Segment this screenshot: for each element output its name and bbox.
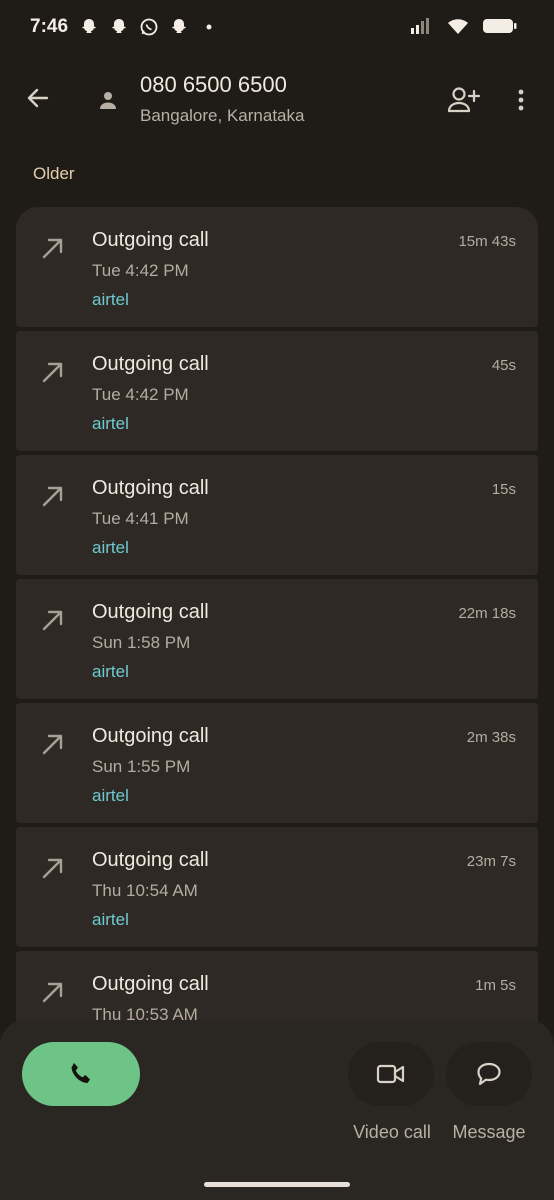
snapchat-icon bbox=[168, 15, 190, 39]
snapchat-icon bbox=[78, 15, 100, 39]
more-vert-icon bbox=[518, 89, 524, 111]
status-time: 7:46 bbox=[30, 16, 69, 37]
call-type: Outgoing call bbox=[92, 353, 209, 375]
outgoing-call-arrow-icon bbox=[42, 362, 63, 383]
dot-icon bbox=[198, 15, 220, 39]
section-label-older: Older bbox=[33, 164, 75, 183]
home-indicator[interactable] bbox=[204, 1182, 350, 1187]
call-duration: 15s bbox=[491, 481, 516, 498]
call-duration: 23m 7s bbox=[466, 853, 516, 870]
call-type: Outgoing call bbox=[92, 973, 209, 995]
bottom-action-bar: Video call Message bbox=[0, 1020, 554, 1200]
call-time: Tue 4:42 PM bbox=[92, 385, 189, 404]
contact-number: 080 6500 6500 bbox=[140, 72, 287, 97]
person-add-icon bbox=[447, 87, 481, 113]
message-label: Message bbox=[452, 1122, 526, 1142]
phone-icon bbox=[71, 1063, 90, 1083]
more-options-button[interactable] bbox=[508, 82, 534, 118]
call-carrier: airtel bbox=[92, 786, 129, 805]
call-duration: 22m 18s bbox=[458, 605, 516, 622]
call-details-screen: 7:46 080 6500 6500 Bangalore, Karnataka … bbox=[0, 0, 554, 1200]
call-carrier: airtel bbox=[92, 662, 129, 681]
call-type: Outgoing call bbox=[92, 477, 209, 499]
wifi-icon bbox=[446, 16, 470, 41]
message-bubble-icon bbox=[477, 1062, 501, 1086]
arrow-back-icon bbox=[27, 88, 49, 108]
call-time: Sun 1:58 PM bbox=[92, 633, 191, 652]
signal-icon bbox=[410, 16, 434, 41]
outgoing-call-arrow-icon bbox=[42, 982, 63, 1003]
call-list-item[interactable]: Outgoing call Tue 4:41 PM airtel 15s bbox=[16, 455, 538, 575]
outgoing-call-arrow-icon bbox=[42, 734, 63, 755]
call-duration: 2m 38s bbox=[466, 729, 516, 746]
outgoing-call-arrow-icon bbox=[42, 238, 63, 259]
call-time: Tue 4:41 PM bbox=[92, 509, 189, 528]
person-icon bbox=[100, 92, 116, 109]
call-list-item[interactable]: Outgoing call Tue 4:42 PM airtel 15m 43s bbox=[16, 207, 538, 327]
outgoing-call-arrow-icon bbox=[42, 486, 63, 507]
call-time: Sun 1:55 PM bbox=[92, 757, 191, 776]
call-carrier: airtel bbox=[92, 290, 129, 309]
videocam-icon bbox=[376, 1064, 405, 1084]
call-list-item[interactable]: Outgoing call Tue 4:42 PM airtel 45s bbox=[16, 331, 538, 451]
status-bar: 7:46 bbox=[0, 0, 554, 58]
back-button[interactable] bbox=[22, 82, 54, 114]
outgoing-call-arrow-icon bbox=[42, 858, 63, 879]
call-type: Outgoing call bbox=[92, 725, 209, 747]
call-duration: 15m 43s bbox=[458, 233, 516, 250]
call-carrier: airtel bbox=[92, 910, 129, 929]
contact-avatar bbox=[94, 86, 122, 114]
call-duration: 1m 5s bbox=[475, 977, 516, 994]
call-time: Thu 10:54 AM bbox=[92, 881, 198, 900]
call-button[interactable] bbox=[22, 1042, 140, 1106]
video-call-button[interactable] bbox=[348, 1042, 434, 1106]
call-type: Outgoing call bbox=[92, 849, 209, 871]
contact-location: Bangalore, Karnataka bbox=[140, 106, 305, 125]
battery-icon bbox=[482, 16, 518, 41]
call-carrier: airtel bbox=[92, 414, 129, 433]
snapchat-icon bbox=[108, 15, 130, 39]
notification-icons bbox=[78, 15, 220, 39]
call-type: Outgoing call bbox=[92, 229, 209, 251]
call-list-item[interactable]: Outgoing call Sun 1:55 PM airtel 2m 38s bbox=[16, 703, 538, 823]
call-carrier: airtel bbox=[92, 538, 129, 557]
outgoing-call-arrow-icon bbox=[42, 610, 63, 631]
call-type: Outgoing call bbox=[92, 601, 209, 623]
call-list-item[interactable]: Outgoing call Thu 10:54 AM airtel 23m 7s bbox=[16, 827, 538, 947]
call-time: Tue 4:42 PM bbox=[92, 261, 189, 280]
call-history-list: Outgoing call Tue 4:42 PM airtel 15m 43s Out… bbox=[16, 207, 538, 1075]
call-duration: 45s bbox=[491, 357, 516, 374]
call-list-item[interactable]: Outgoing call Sun 1:58 PM airtel 22m 18s bbox=[16, 579, 538, 699]
message-button[interactable] bbox=[446, 1042, 532, 1106]
add-contact-button[interactable] bbox=[446, 82, 482, 118]
system-icons bbox=[410, 16, 518, 41]
contact-header: 080 6500 6500 Bangalore, Karnataka bbox=[0, 58, 554, 142]
video-call-label: Video call bbox=[353, 1122, 431, 1142]
whatsapp-icon bbox=[138, 15, 160, 39]
